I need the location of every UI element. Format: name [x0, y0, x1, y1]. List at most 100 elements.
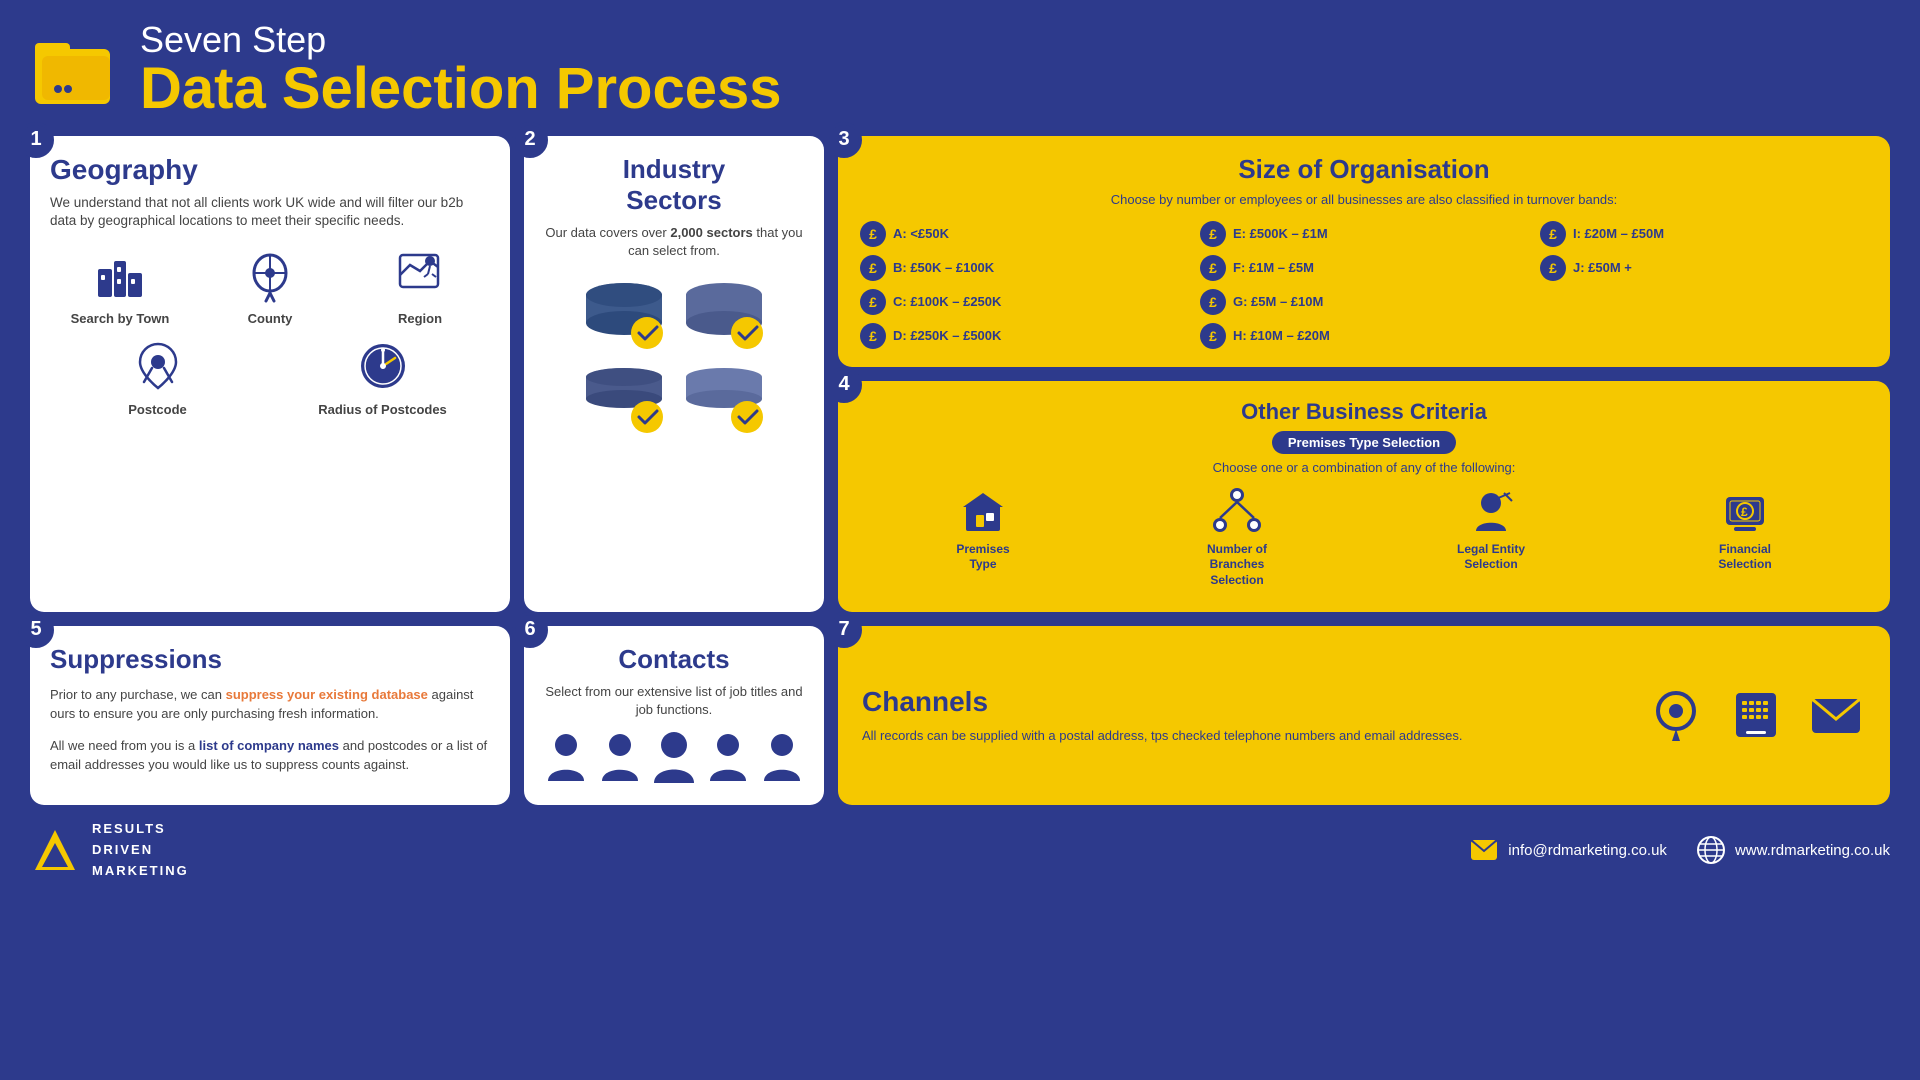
header-text: Seven Step Data Selection Process	[140, 20, 782, 118]
step5-title: Suppressions	[50, 644, 490, 675]
geo-item-postcode: Postcode	[50, 336, 265, 417]
step2-badge: 2	[512, 122, 548, 158]
size-c: £C: £100K – £250K	[860, 289, 1188, 315]
suppress-highlight: suppress your existing database	[226, 687, 428, 702]
footer-website: www.rdmarketing.co.uk	[1697, 836, 1890, 864]
step7-badge: 7	[826, 612, 862, 648]
region-icon	[390, 245, 450, 305]
step1-title: Geography	[50, 154, 490, 186]
step7-icons	[1646, 685, 1866, 745]
step4-card: 4 Other Business Criteria Premises Type …	[838, 381, 1890, 612]
criteria-premises: PremisesType	[860, 487, 1106, 589]
database-icons	[579, 277, 769, 447]
step7-card: 7 Channels All records can be supplied w…	[838, 626, 1890, 805]
branches-icon	[1212, 487, 1262, 537]
geo-item-region: Region	[350, 245, 490, 326]
step6-title: Contacts	[618, 644, 729, 675]
person-icon-5	[760, 731, 804, 785]
footer-contact: info@rdmarketing.co.uk www.rdmarketing.c…	[1470, 836, 1890, 864]
step2-title: IndustrySectors	[623, 154, 726, 216]
town-label: Search by Town	[71, 311, 170, 326]
email-text: info@rdmarketing.co.uk	[1508, 842, 1667, 859]
person-icon-1	[544, 731, 588, 785]
step5-desc1: Prior to any purchase, we can suppress y…	[50, 685, 490, 724]
size-e: £E: £500K – £1M	[1200, 221, 1528, 247]
step4-title: Other Business Criteria	[860, 399, 1868, 425]
logo-icon	[30, 825, 80, 875]
geo-icons-row1: Search by Town County	[50, 245, 490, 326]
step4-desc: Choose one or a combination of any of th…	[860, 460, 1868, 475]
step4-badge: 4	[826, 367, 862, 403]
criteria-branches-label: Number ofBranchesSelection	[1207, 542, 1267, 589]
region-label: Region	[398, 311, 442, 326]
premises-icon	[958, 487, 1008, 537]
criteria-grid: PremisesType	[860, 487, 1868, 589]
size-d: £D: £250K – £500K	[860, 323, 1188, 349]
size-b: £B: £50K – £100K	[860, 255, 1188, 281]
step7-desc: All records can be supplied with a posta…	[862, 726, 1616, 746]
svg-text:£: £	[1741, 505, 1748, 519]
criteria-legal: Legal EntitySelection	[1368, 487, 1614, 589]
header: Seven Step Data Selection Process	[30, 20, 1890, 118]
premises-badge: Premises Type Selection	[1272, 431, 1456, 454]
footer: RESULTS DRIVEN MARKETING info@rdmarketin…	[30, 819, 1890, 881]
step6-card: 6 Contacts Select from our extensive lis…	[524, 626, 824, 805]
people-icons	[544, 731, 804, 785]
person-icon-2	[598, 731, 642, 785]
postcode-icon	[128, 336, 188, 396]
header-subtitle: Seven Step	[140, 20, 782, 60]
geo-icons-row2: Postcode Radius of Postco	[50, 336, 490, 417]
criteria-financial: £ FinancialSelection	[1622, 487, 1868, 589]
geo-item-county: County	[200, 245, 340, 326]
db-icon-2	[679, 277, 769, 357]
size-i: £I: £20M – £50M	[1540, 221, 1868, 247]
criteria-branches: Number ofBranchesSelection	[1114, 487, 1360, 589]
db-icon-3	[579, 367, 669, 447]
location-icon	[1646, 685, 1706, 745]
step3-title: Size of Organisation	[860, 154, 1868, 185]
legal-icon	[1466, 487, 1516, 537]
header-icon	[30, 29, 120, 109]
company-names-highlight: list of company names	[199, 738, 339, 753]
footer-logo: RESULTS DRIVEN MARKETING	[30, 819, 189, 881]
step6-badge: 6	[512, 612, 548, 648]
logo-text: RESULTS DRIVEN MARKETING	[92, 819, 189, 881]
step7-title: Channels	[862, 686, 1616, 718]
step3-badge: 3	[826, 122, 862, 158]
postcode-label: Postcode	[128, 402, 187, 417]
size-f: £F: £1M – £5M	[1200, 255, 1528, 281]
email-icon	[1806, 685, 1866, 745]
geo-item-radius: Radius of Postcodes	[275, 336, 490, 417]
footer-email-icon	[1470, 839, 1498, 861]
step1-card: 1 Geography We understand that not all c…	[30, 136, 510, 612]
county-icon	[240, 245, 300, 305]
criteria-legal-label: Legal EntitySelection	[1457, 542, 1525, 573]
phone-icon	[1726, 685, 1786, 745]
size-grid: £A: <£50K £E: £500K – £1M £I: £20M – £50…	[860, 221, 1868, 349]
radius-icon	[353, 336, 413, 396]
size-j: £J: £50M +	[1540, 255, 1868, 281]
footer-email: info@rdmarketing.co.uk	[1470, 839, 1667, 861]
criteria-premises-label: PremisesType	[956, 542, 1009, 573]
step1-desc: We understand that not all clients work …	[50, 194, 490, 232]
website-text: www.rdmarketing.co.uk	[1735, 842, 1890, 859]
step7-content: Channels All records can be supplied wit…	[862, 686, 1616, 746]
step1-badge: 1	[18, 122, 54, 158]
header-title: Data Selection Process	[140, 60, 782, 118]
step5-card: 5 Suppressions Prior to any purchase, we…	[30, 626, 510, 805]
size-g: £G: £5M – £10M	[1200, 289, 1528, 315]
size-h: £H: £10M – £20M	[1200, 323, 1528, 349]
geo-item-town: Search by Town	[50, 245, 190, 326]
db-icon-4	[679, 367, 769, 447]
person-icon-4	[706, 731, 750, 785]
step6-desc: Select from our extensive list of job ti…	[544, 683, 804, 719]
step2-desc: Our data covers over 2,000 sectors that …	[544, 224, 804, 260]
step2-card: 2 IndustrySectors Our data covers over 2…	[524, 136, 824, 612]
db-icon-1	[579, 277, 669, 357]
size-a: £A: <£50K	[860, 221, 1188, 247]
step3-desc: Choose by number or employees or all bus…	[860, 191, 1868, 209]
step5-desc2: All we need from you is a list of compan…	[50, 736, 490, 775]
footer-globe-icon	[1697, 836, 1725, 864]
financial-icon: £	[1720, 487, 1770, 537]
criteria-financial-label: FinancialSelection	[1718, 542, 1771, 573]
